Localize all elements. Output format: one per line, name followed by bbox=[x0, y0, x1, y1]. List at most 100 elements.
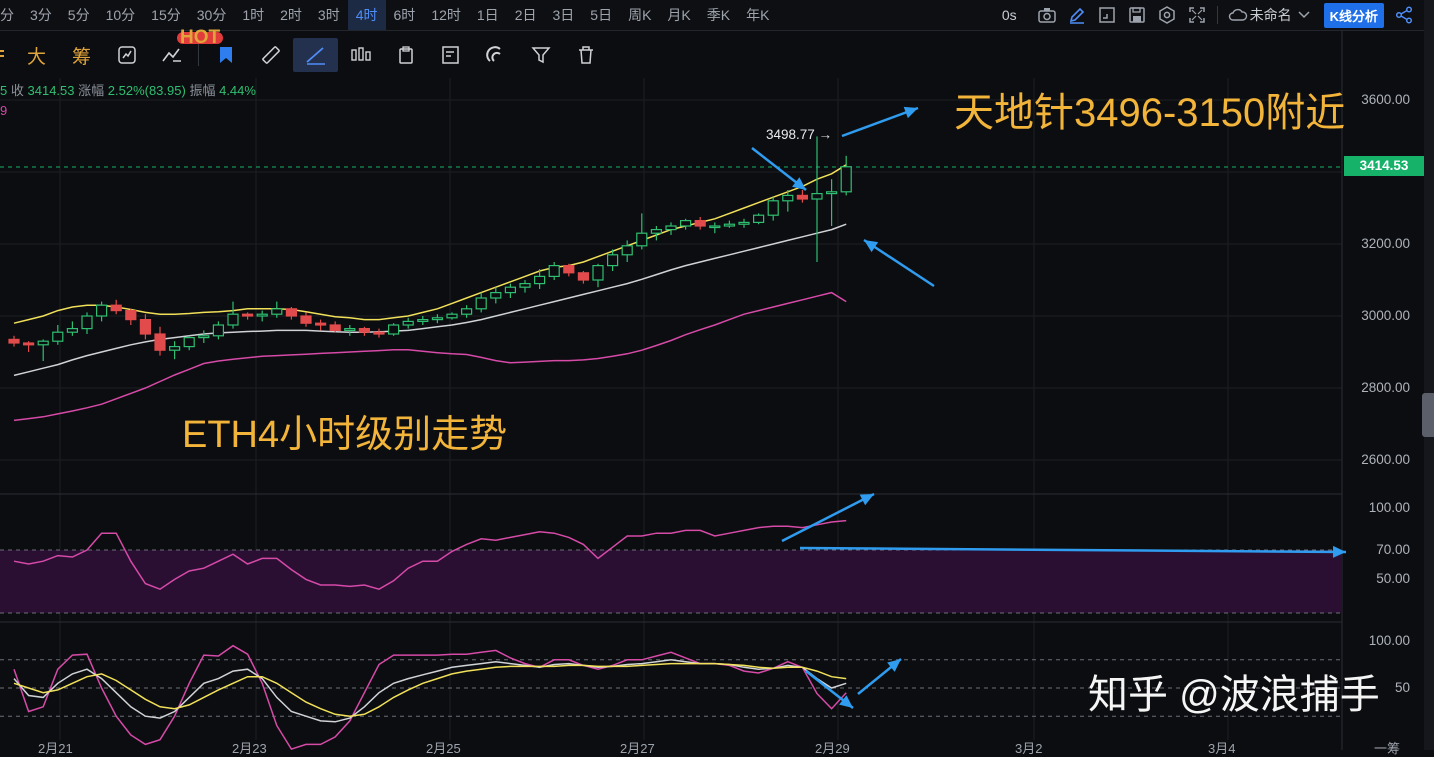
tool-big[interactable]: 大 bbox=[14, 38, 59, 72]
timeframe-11[interactable]: 12时 bbox=[423, 0, 469, 30]
timeframe-13[interactable]: 2日 bbox=[507, 0, 545, 30]
time-tick: 3月2 bbox=[1015, 741, 1043, 756]
candle-body bbox=[738, 221, 750, 225]
timeframe-18[interactable]: 季K bbox=[699, 0, 738, 30]
candle-body bbox=[752, 214, 765, 223]
tool-replay[interactable] bbox=[104, 38, 149, 72]
close-value: 3414.53 bbox=[27, 83, 75, 98]
tool-clipboard[interactable] bbox=[383, 38, 428, 72]
kdj-d-line bbox=[13, 662, 847, 717]
tool-filter[interactable] bbox=[518, 38, 563, 72]
settings-icon[interactable] bbox=[1157, 5, 1177, 25]
tool-partial[interactable] bbox=[0, 38, 14, 72]
change-value: 2.52%(83.95) bbox=[107, 83, 186, 98]
right-scrollbar[interactable] bbox=[1424, 0, 1434, 750]
arrow-shaft bbox=[799, 546, 1347, 554]
candle-body bbox=[533, 275, 546, 285]
price-tick: 2800.00 bbox=[1361, 380, 1410, 395]
candle-body bbox=[198, 335, 210, 339]
tool-trendline[interactable] bbox=[293, 38, 338, 72]
top-right-controls: 0s 未命名 K线分析 bbox=[1002, 0, 1414, 30]
annotation-arrows bbox=[751, 106, 1347, 709]
timeframe-9[interactable]: 4时 bbox=[347, 0, 386, 30]
save-icon[interactable] bbox=[1127, 5, 1147, 25]
candle-body bbox=[461, 308, 473, 315]
candle-body bbox=[796, 194, 809, 200]
candle-body bbox=[169, 346, 181, 351]
chevron-down-icon[interactable] bbox=[1294, 5, 1314, 25]
tool-candles[interactable] bbox=[338, 38, 383, 72]
time-tick: 2月29 bbox=[815, 741, 850, 756]
tool-bookmark[interactable] bbox=[203, 38, 248, 72]
candle-body bbox=[242, 313, 254, 317]
pencil-icon[interactable] bbox=[1067, 5, 1087, 25]
timeframe-16[interactable]: 周K bbox=[620, 0, 659, 30]
arrow-shaft bbox=[863, 238, 935, 288]
price-tick: 2600.00 bbox=[1361, 452, 1410, 467]
timeframe-14[interactable]: 3日 bbox=[544, 0, 582, 30]
timeframe-12[interactable]: 1日 bbox=[469, 0, 507, 30]
candle-body bbox=[110, 304, 122, 312]
candle-body bbox=[636, 232, 648, 247]
drawing-toolbar: 大 筹 HOT bbox=[0, 28, 608, 72]
arrow-shaft bbox=[781, 492, 875, 543]
candle-body bbox=[621, 245, 633, 256]
timeframe-1[interactable]: 3分 bbox=[22, 0, 60, 30]
tool-delete[interactable] bbox=[563, 38, 608, 72]
template-icon[interactable] bbox=[1097, 5, 1117, 25]
timeframe-15[interactable]: 5日 bbox=[582, 0, 620, 30]
tool-magnet[interactable] bbox=[473, 38, 518, 72]
panel-handle[interactable] bbox=[1422, 393, 1434, 437]
arrow-head bbox=[887, 659, 901, 672]
candle-body bbox=[475, 297, 487, 310]
candle-body bbox=[358, 328, 370, 333]
arrow-head bbox=[903, 106, 918, 119]
fullscreen-icon[interactable] bbox=[1187, 5, 1207, 25]
cloud-icon bbox=[1228, 5, 1248, 25]
camera-icon[interactable] bbox=[1037, 5, 1057, 25]
candle-body bbox=[212, 324, 224, 337]
big-label: 大 bbox=[26, 46, 46, 68]
time-tick: 2月27 bbox=[620, 741, 655, 756]
timeframe-10[interactable]: 6时 bbox=[386, 0, 424, 30]
share-icon[interactable] bbox=[1394, 5, 1414, 25]
layout-name[interactable]: 未命名 bbox=[1250, 5, 1292, 25]
timeframe-3[interactable]: 10分 bbox=[98, 0, 144, 30]
tool-note[interactable] bbox=[428, 38, 473, 72]
timeframe-6[interactable]: 1时 bbox=[234, 0, 272, 30]
candles bbox=[8, 136, 852, 361]
divider bbox=[1216, 6, 1218, 24]
ohlc-prefix: 5 bbox=[0, 83, 8, 98]
candle-body bbox=[665, 225, 677, 231]
arrow-shaft bbox=[857, 658, 902, 695]
candle-body bbox=[782, 194, 794, 202]
timeframe-8[interactable]: 3时 bbox=[310, 0, 348, 30]
candle-body bbox=[679, 220, 692, 227]
timeframe-5[interactable]: 30分 bbox=[189, 0, 235, 30]
rsi-tick: 50.00 bbox=[1376, 571, 1410, 586]
arrow-head bbox=[839, 695, 853, 708]
tool-ruler[interactable] bbox=[248, 38, 293, 72]
kline-analysis-button[interactable]: K线分析 bbox=[1323, 2, 1384, 28]
timeframe-19[interactable]: 年K bbox=[738, 0, 777, 30]
grid-lines bbox=[0, 30, 1343, 750]
candle-body bbox=[95, 304, 108, 317]
timeframe-17[interactable]: 月K bbox=[659, 0, 698, 30]
tool-chips[interactable]: 筹 bbox=[59, 38, 104, 72]
change-label: 涨幅 bbox=[78, 83, 105, 98]
candle-body bbox=[52, 331, 64, 342]
tool-hot-strategy[interactable]: HOT bbox=[149, 28, 224, 72]
candle-body bbox=[329, 324, 341, 332]
candle-body bbox=[825, 191, 838, 195]
candle-body bbox=[490, 292, 502, 299]
candle-body bbox=[504, 286, 516, 294]
candle-body bbox=[154, 333, 166, 351]
amp-value: 4.44% bbox=[219, 83, 256, 98]
time-tick: 3月4 bbox=[1208, 741, 1236, 756]
timeframe-0[interactable]: 分 bbox=[0, 0, 22, 30]
timeframe-7[interactable]: 2时 bbox=[272, 0, 310, 30]
timeframe-4[interactable]: 15分 bbox=[143, 0, 189, 30]
candle-body bbox=[650, 229, 663, 234]
candle-body bbox=[37, 340, 49, 346]
timeframe-2[interactable]: 5分 bbox=[60, 0, 98, 30]
